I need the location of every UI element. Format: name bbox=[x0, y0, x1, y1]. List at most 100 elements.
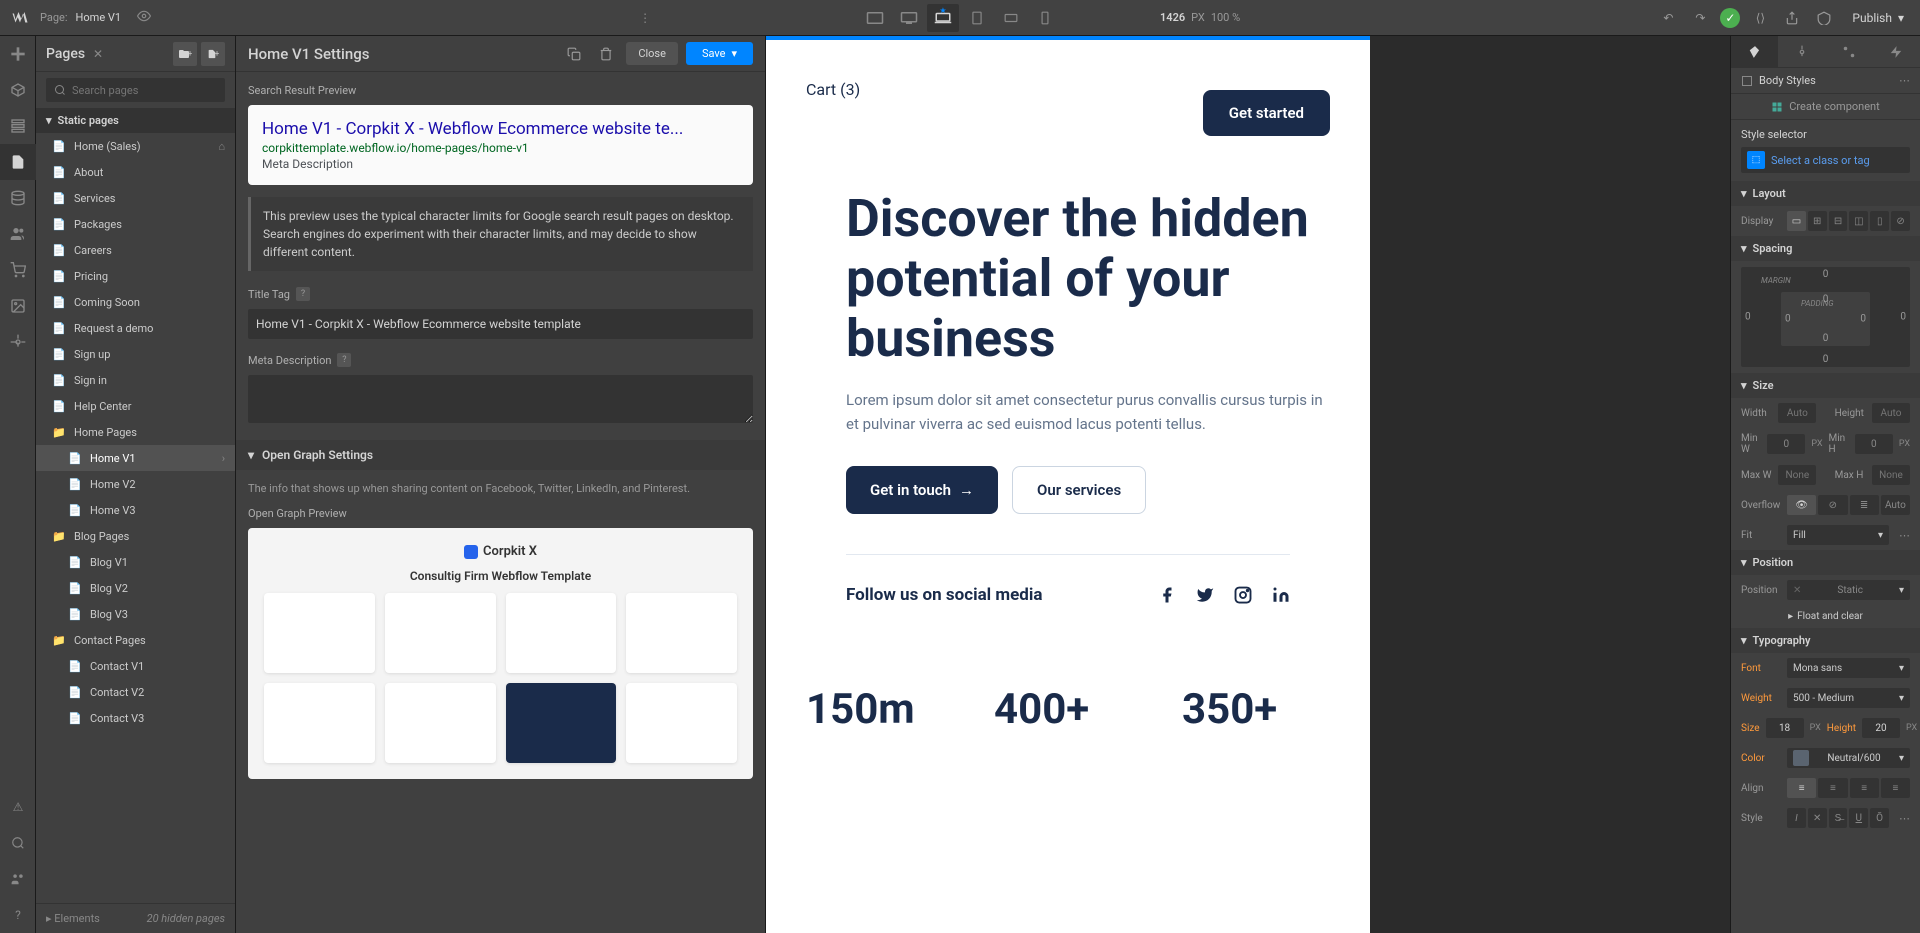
overline-icon[interactable]: Ō bbox=[1870, 808, 1889, 828]
zoom-level[interactable]: 100 % bbox=[1211, 11, 1240, 24]
display-grid-icon[interactable]: ⊟ bbox=[1829, 211, 1848, 231]
new-page-icon[interactable]: + bbox=[201, 42, 225, 66]
page-item[interactable]: 📄Pricing bbox=[36, 263, 235, 289]
page-item[interactable]: 📄Coming Soon bbox=[36, 289, 235, 315]
og-settings-header[interactable]: ▾Open Graph Settings bbox=[236, 440, 765, 470]
style-tab-icon[interactable] bbox=[1731, 36, 1778, 67]
cms-icon[interactable] bbox=[0, 180, 36, 216]
display-block-icon[interactable]: ▭ bbox=[1787, 211, 1806, 231]
width-input[interactable] bbox=[1778, 403, 1816, 423]
spacing-section[interactable]: ▾Spacing bbox=[1731, 236, 1920, 261]
assets-icon[interactable] bbox=[0, 288, 36, 324]
maxw-input[interactable] bbox=[1778, 465, 1816, 485]
navigator-icon[interactable] bbox=[0, 108, 36, 144]
device-laptop-icon[interactable]: ★ bbox=[927, 4, 959, 32]
underline-icon[interactable]: U bbox=[1849, 808, 1868, 828]
display-flex-icon[interactable]: ⊞ bbox=[1808, 211, 1827, 231]
font-select[interactable]: Mona sans▾ bbox=[1787, 658, 1910, 678]
page-item[interactable]: 📄Contact V2 bbox=[36, 679, 235, 705]
page-folder[interactable]: 📁Contact Pages bbox=[36, 627, 235, 653]
interactions-tab-icon[interactable] bbox=[1826, 36, 1873, 67]
page-item[interactable]: 📄Help Center bbox=[36, 393, 235, 419]
page-item[interactable]: 📄Blog V3 bbox=[36, 601, 235, 627]
more-icon[interactable]: ⋮ bbox=[639, 11, 651, 25]
undo-icon[interactable]: ↶ bbox=[1656, 6, 1680, 30]
display-none-icon[interactable]: ⊘ bbox=[1891, 211, 1910, 231]
page-item[interactable]: 📄Packages bbox=[36, 211, 235, 237]
align-right-icon[interactable]: ≡ bbox=[1850, 778, 1879, 798]
effects-tab-icon[interactable] bbox=[1873, 36, 1920, 67]
typography-section[interactable]: ▾Typography bbox=[1731, 628, 1920, 653]
layout-section[interactable]: ▾Layout bbox=[1731, 181, 1920, 206]
code-icon[interactable]: ⟨⟩ bbox=[1748, 6, 1772, 30]
page-item[interactable]: 📄Home V3 bbox=[36, 497, 235, 523]
page-item[interactable]: 📄Contact V1 bbox=[36, 653, 235, 679]
display-inline-icon[interactable]: ▯ bbox=[1870, 211, 1889, 231]
ecommerce-icon[interactable] bbox=[0, 252, 36, 288]
page-item[interactable]: 📄Blog V1 bbox=[36, 549, 235, 575]
overflow-visible-icon[interactable]: 👁 bbox=[1787, 495, 1816, 515]
facebook-icon[interactable] bbox=[1158, 586, 1176, 604]
webflow-logo-icon[interactable] bbox=[8, 6, 32, 30]
preview-icon[interactable] bbox=[137, 9, 151, 26]
redo-icon[interactable]: ↷ bbox=[1688, 6, 1712, 30]
device-desktop-icon[interactable] bbox=[893, 4, 925, 32]
add-element-icon[interactable] bbox=[0, 36, 36, 72]
instagram-icon[interactable] bbox=[1234, 586, 1252, 604]
page-folder[interactable]: 📁Home Pages bbox=[36, 419, 235, 445]
height-input[interactable] bbox=[1872, 403, 1910, 423]
size-input[interactable] bbox=[1766, 718, 1804, 738]
strike-icon[interactable]: S̶ bbox=[1829, 808, 1848, 828]
audit-sidebar-icon[interactable]: ⚠ bbox=[0, 789, 36, 825]
video-icon[interactable] bbox=[0, 861, 36, 897]
linkedin-icon[interactable] bbox=[1272, 586, 1290, 604]
page-item[interactable]: 📄Request a demo bbox=[36, 315, 235, 341]
page-item[interactable]: 📄Sign up bbox=[36, 341, 235, 367]
page-item[interactable]: 📄Home (Sales)⌂ bbox=[36, 133, 235, 159]
save-button[interactable]: Save▾ bbox=[686, 42, 753, 65]
create-component-button[interactable]: Create component bbox=[1731, 94, 1920, 120]
device-mobile-landscape-icon[interactable] bbox=[995, 4, 1027, 32]
page-item[interactable]: 📄Home V2 bbox=[36, 471, 235, 497]
static-pages-header[interactable]: ▾Static pages bbox=[36, 108, 235, 133]
overflow-auto-icon[interactable]: Auto bbox=[1881, 495, 1910, 515]
elements-footer[interactable]: ▸ Elements20 hidden pages bbox=[36, 903, 235, 933]
minw-input[interactable] bbox=[1767, 434, 1805, 454]
canvas[interactable]: Cart (3) Get started Discover the hidden… bbox=[766, 36, 1370, 933]
search-icon[interactable] bbox=[0, 825, 36, 861]
minh-input[interactable] bbox=[1855, 434, 1893, 454]
color-select[interactable]: Neutral/600▾ bbox=[1787, 748, 1910, 768]
publish-button[interactable]: Publish▾ bbox=[1844, 7, 1912, 29]
display-inline-block-icon[interactable]: ◫ bbox=[1849, 211, 1868, 231]
page-folder[interactable]: 📁Blog Pages bbox=[36, 523, 235, 549]
pages-icon[interactable] bbox=[0, 144, 36, 180]
page-item[interactable]: 📄Careers bbox=[36, 237, 235, 263]
help-icon[interactable]: ? bbox=[296, 287, 310, 301]
device-xl-icon[interactable] bbox=[859, 4, 891, 32]
settings-tab-icon[interactable] bbox=[1778, 36, 1825, 67]
maxh-input[interactable] bbox=[1872, 465, 1910, 485]
box-icon[interactable] bbox=[0, 72, 36, 108]
duplicate-icon[interactable] bbox=[562, 42, 586, 66]
help-icon[interactable]: ? bbox=[0, 897, 36, 933]
hero-title[interactable]: Discover the hidden potential of your bu… bbox=[846, 189, 1330, 368]
align-left-icon[interactable]: ≡ bbox=[1787, 778, 1816, 798]
align-center-icon[interactable]: ≡ bbox=[1818, 778, 1847, 798]
size-section[interactable]: ▾Size bbox=[1731, 373, 1920, 398]
page-item-active[interactable]: 📄Home V1› bbox=[36, 445, 235, 471]
fit-select[interactable]: Fill▾ bbox=[1787, 525, 1889, 545]
tag-selector[interactable]: ⬚Select a class or tag bbox=[1741, 147, 1910, 173]
page-item[interactable]: 📄Services bbox=[36, 185, 235, 211]
page-item[interactable]: 📄Contact V3 bbox=[36, 705, 235, 731]
page-item[interactable]: 📄About bbox=[36, 159, 235, 185]
audit-icon[interactable] bbox=[1812, 6, 1836, 30]
trash-icon[interactable] bbox=[594, 42, 618, 66]
close-button[interactable]: Close bbox=[626, 42, 678, 65]
body-styles-row[interactable]: Body Styles⋯ bbox=[1731, 68, 1920, 94]
twitter-icon[interactable] bbox=[1196, 586, 1214, 604]
export-icon[interactable] bbox=[1780, 6, 1804, 30]
help-icon[interactable]: ? bbox=[337, 353, 351, 367]
position-section[interactable]: ▾Position bbox=[1731, 550, 1920, 575]
title-tag-input[interactable] bbox=[248, 309, 753, 339]
position-select[interactable]: ✕Static▾ bbox=[1787, 580, 1910, 600]
